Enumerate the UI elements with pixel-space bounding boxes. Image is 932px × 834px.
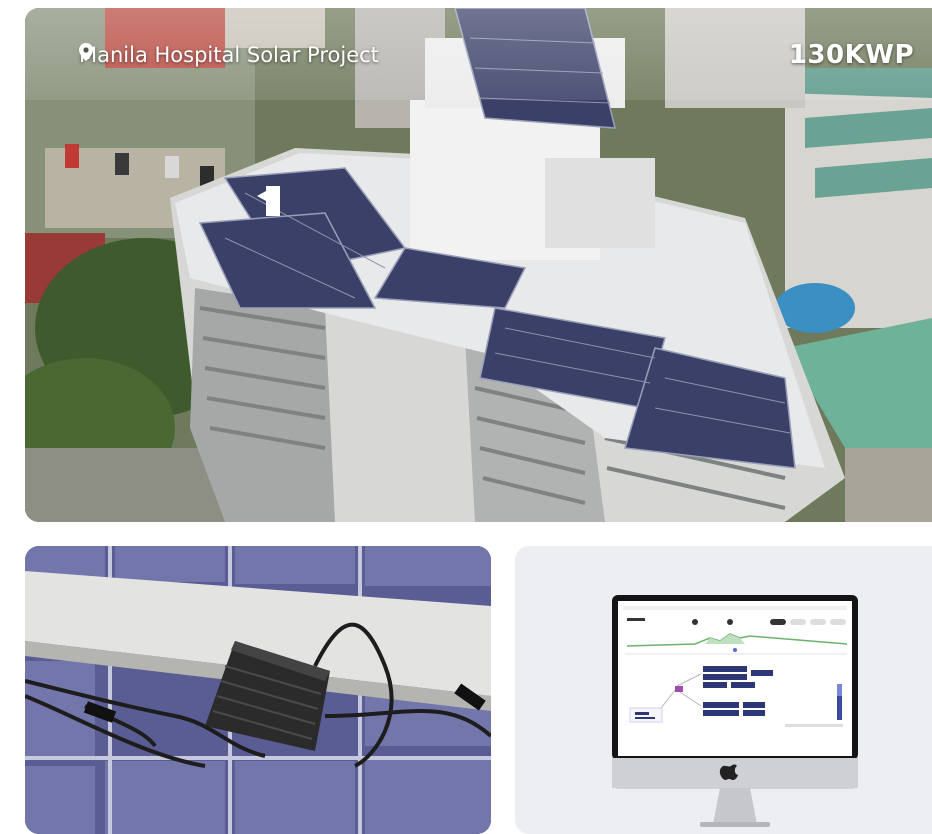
monitoring-dashboard-monitor	[612, 595, 858, 827]
gallery-card-monitoring[interactable]	[515, 546, 932, 834]
project-capacity: 130KWP	[788, 40, 914, 70]
map-pin-icon	[79, 43, 93, 61]
project-location: Manila Hospital Solar Project	[79, 43, 379, 67]
project-location-label: Manila Hospital Solar Project	[79, 43, 379, 67]
project-hero-card[interactable]: Manila Hospital Solar Project 130KWP	[25, 8, 932, 522]
gallery-card-microinverter[interactable]	[25, 546, 491, 834]
microinverter-photo	[25, 546, 491, 834]
